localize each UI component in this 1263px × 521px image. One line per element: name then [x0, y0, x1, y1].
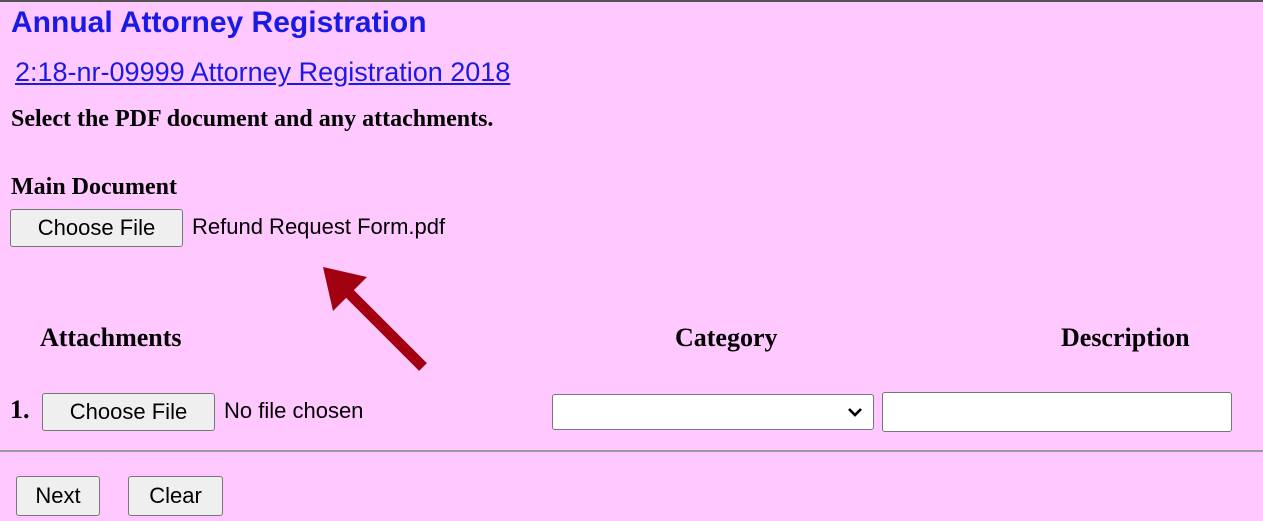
category-column-header: Category — [675, 323, 778, 352]
annotation-arrow — [323, 267, 427, 371]
chevron-down-icon — [848, 408, 862, 417]
description-column-header: Description — [1061, 323, 1190, 352]
attachment-row-number: 1. — [10, 395, 30, 424]
main-document-label: Main Document — [11, 174, 177, 200]
attachment-choose-file-button[interactable]: Choose File — [42, 393, 215, 431]
attachment-file-status: No file chosen — [224, 398, 364, 423]
clear-button[interactable]: Clear — [128, 476, 223, 516]
main-document-choose-file-button[interactable]: Choose File — [10, 209, 183, 247]
category-select[interactable] — [552, 394, 874, 430]
top-rule — [0, 0, 1263, 2]
description-input[interactable] — [882, 392, 1232, 432]
divider — [0, 450, 1263, 452]
attachments-column-header: Attachments — [40, 323, 182, 352]
main-document-file-name: Refund Request Form.pdf — [192, 214, 446, 239]
next-button[interactable]: Next — [16, 476, 100, 516]
instruction-text: Select the PDF document and any attachme… — [11, 106, 494, 132]
case-link[interactable]: 2:18-nr-09999 Attorney Registration 2018 — [15, 57, 510, 88]
page-title: Annual Attorney Registration — [11, 6, 427, 39]
